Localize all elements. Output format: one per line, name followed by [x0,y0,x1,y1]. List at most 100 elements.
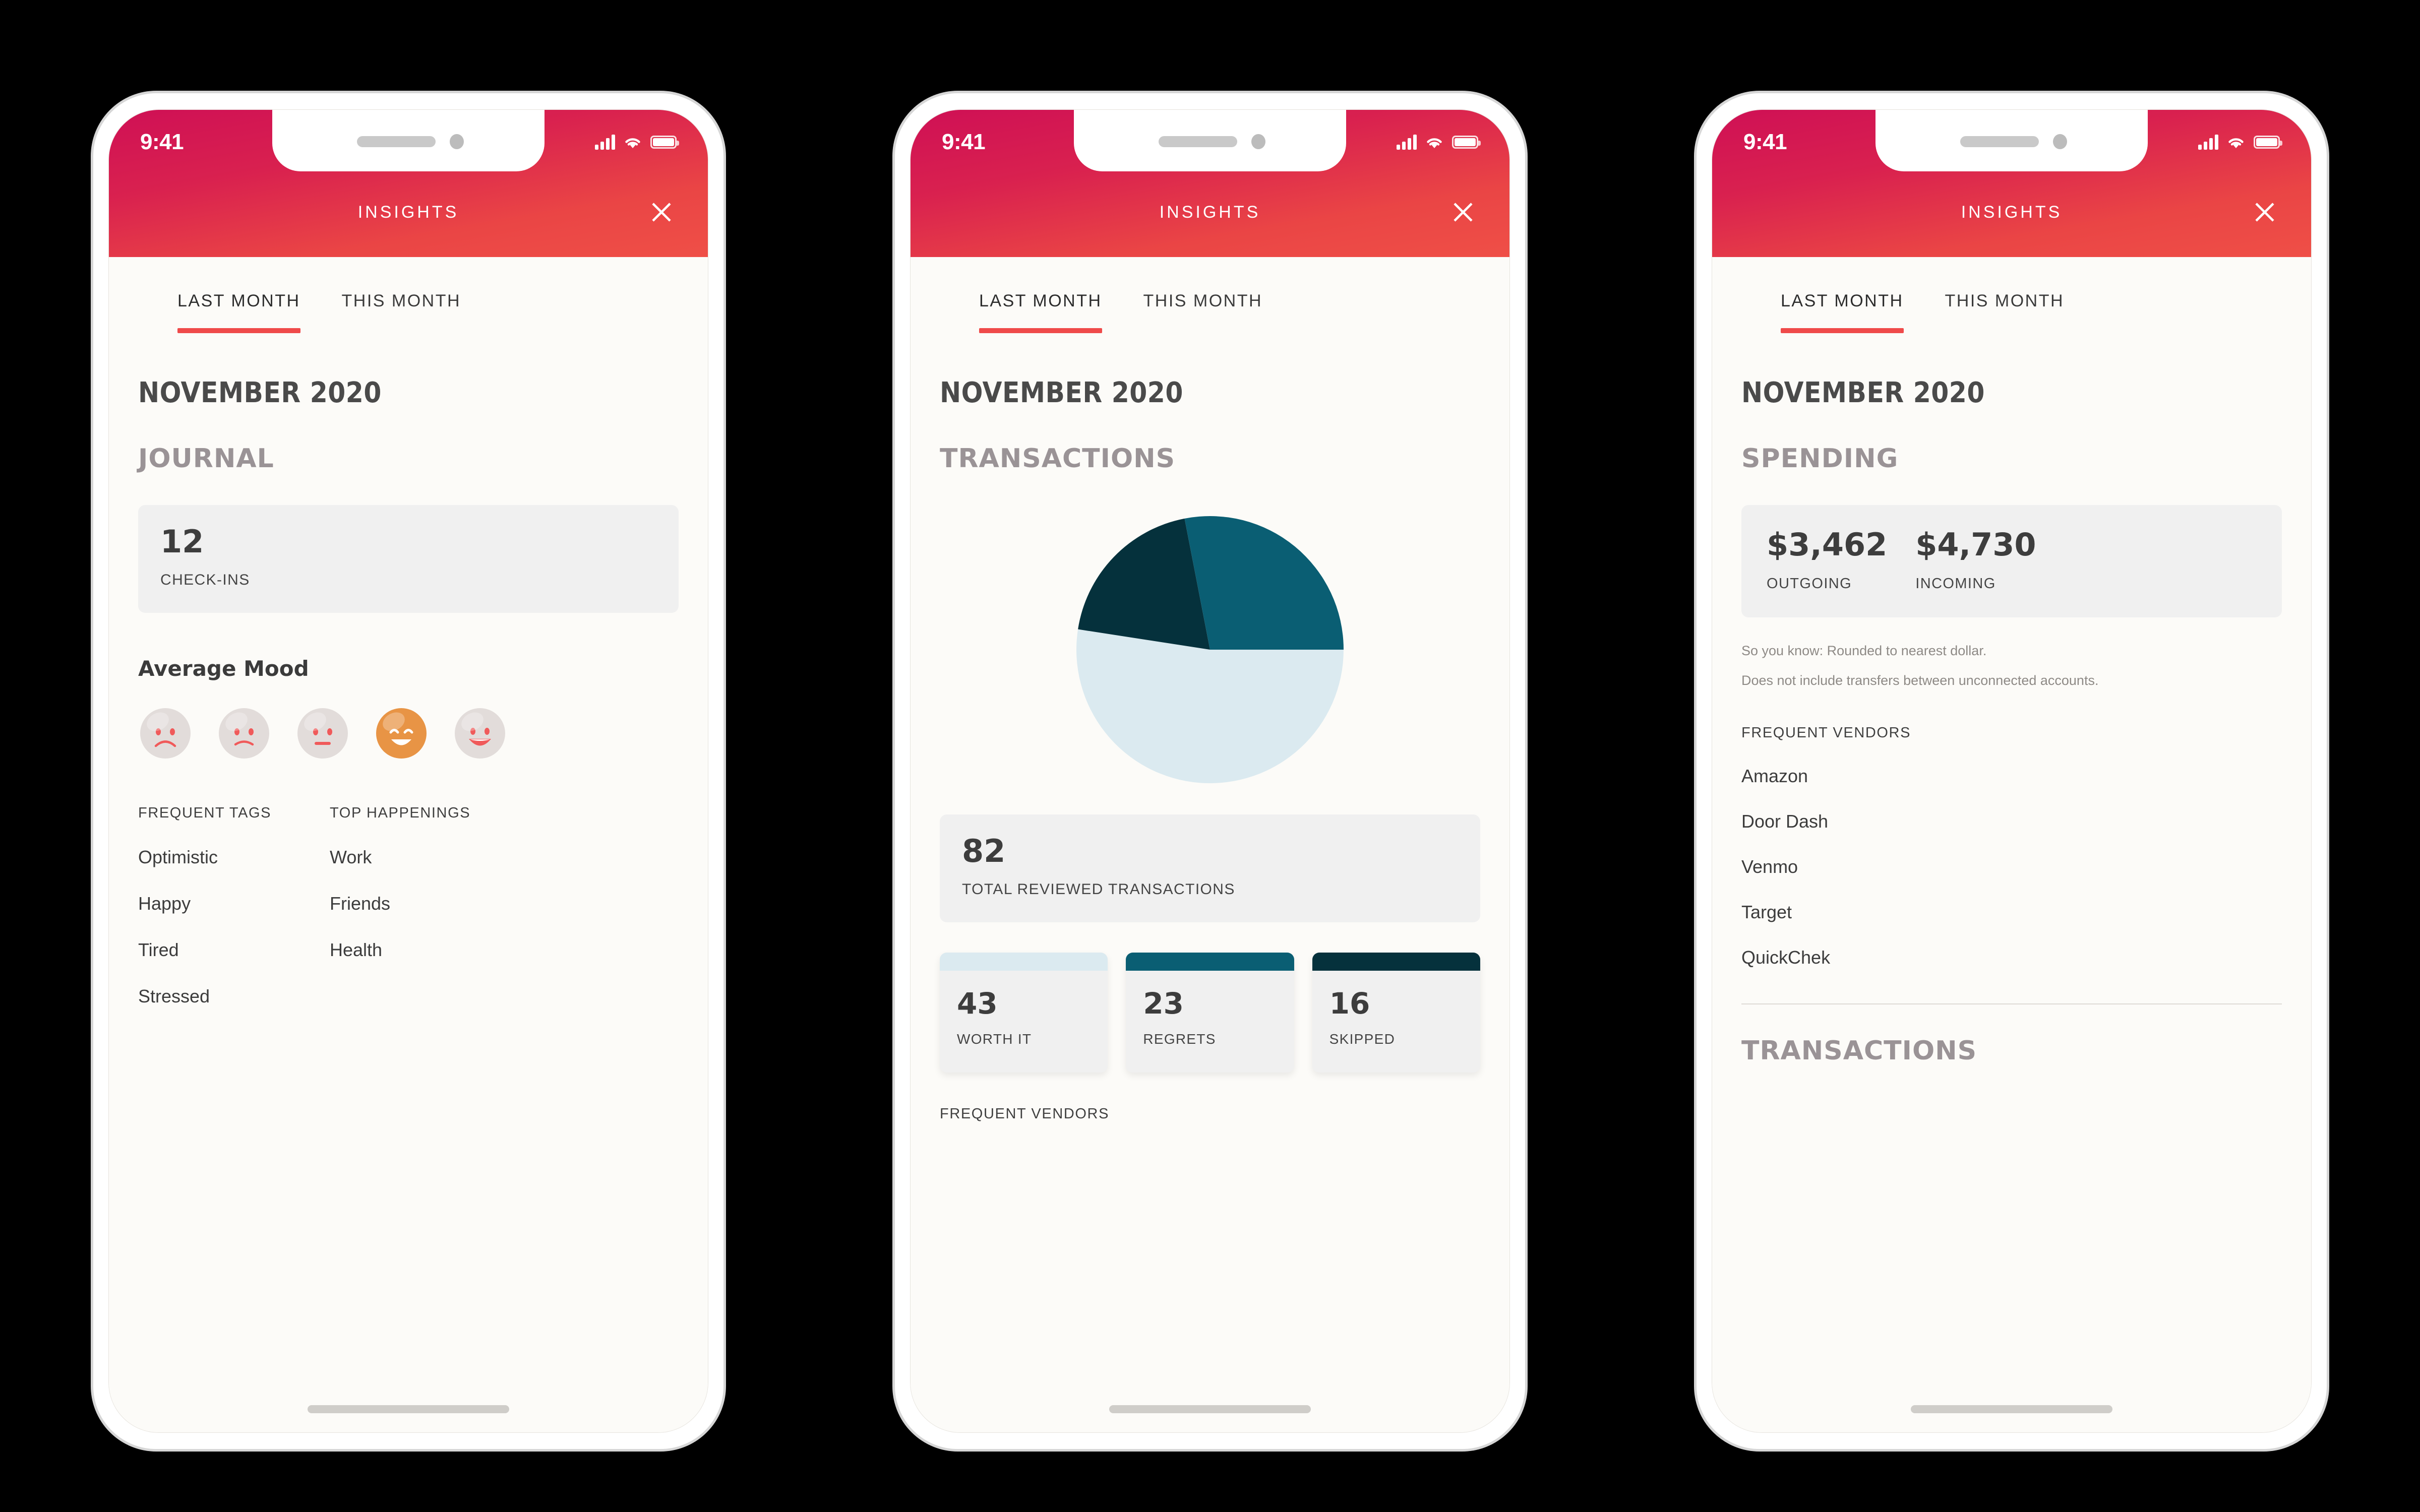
list-item[interactable]: Venmo [1741,856,2311,877]
tab-this-month[interactable]: THIS MONTH [1932,291,2078,333]
home-indicator[interactable] [1911,1405,2112,1413]
mood-very-happy-icon[interactable] [455,708,505,759]
list-item[interactable]: Target [1741,902,2311,923]
breakdown-value: 43 [957,986,998,1021]
tab-last-month-label: LAST MONTH [1781,291,1904,310]
outgoing-amount: $3,462 [1767,526,1888,563]
status-bar: 9:41 [1712,127,2311,157]
tab-last-month-label: LAST MONTH [177,291,300,310]
cellular-signal-icon [1397,135,1417,150]
list-item[interactable]: Happy [138,893,330,914]
section-heading-spending: SPENDING [1741,444,1899,474]
tab-inactive-underline [1945,328,2065,333]
battery-icon [650,136,679,149]
wifi-icon [1425,135,1444,150]
total-transactions-label: TOTAL REVIEWED TRANSACTIONS [962,881,1235,898]
navigation-bar: INSIGHTS [109,195,708,230]
navigation-bar: INSIGHTS [1712,195,2311,230]
breakdown-card-worth-it[interactable]: 43 WORTH IT [940,953,1108,1073]
tab-this-month[interactable]: THIS MONTH [329,291,474,333]
tab-last-month[interactable]: LAST MONTH [1768,291,1917,333]
wifi-icon [2226,135,2246,150]
average-mood-heading: Average Mood [138,656,309,681]
transaction-breakdown-row: 43 WORTH IT 23 REGRETS 16 SKIPPED [940,953,1480,1073]
list-item[interactable]: Stressed [138,986,330,1007]
breakdown-card-skipped[interactable]: 16 SKIPPED [1312,953,1480,1073]
status-icon-group [2198,135,2282,150]
app-header: 9:41 INSIGHTS [109,110,708,257]
list-item[interactable]: Amazon [1741,766,2311,787]
list-item[interactable]: Door Dash [1741,811,2311,832]
status-icon-group [1397,135,1481,150]
mood-very-sad-icon[interactable] [140,708,191,759]
outgoing-label: OUTGOING [1767,576,1852,592]
mood-sad-icon[interactable] [219,708,269,759]
tags-columns: FREQUENT TAGS Optimistic Happy Tired Str… [138,805,708,1007]
top-happenings-column: TOP HAPPENINGS Work Friends Health [330,805,521,1007]
screen-transactions: 9:41 INSIGHTS LAST MONTH THIS MONTH NOVE… [910,109,1510,1433]
list-item[interactable]: Work [330,847,521,868]
incoming-label: INCOMING [1915,576,1996,592]
status-bar: 9:41 [109,127,708,157]
status-clock: 9:41 [942,130,986,154]
tab-this-month-label: THIS MONTH [1143,291,1263,310]
tab-this-month[interactable]: THIS MONTH [1130,291,1276,333]
breakdown-value: 16 [1329,986,1370,1021]
list-item[interactable]: Health [330,939,521,961]
tab-active-underline [177,328,300,333]
close-icon[interactable] [646,197,677,227]
section-heading-transactions: TRANSACTIONS [1741,1036,1977,1066]
screen-journal: 9:41 INSIGHTS LAST MONTH THIS MONTH NOVE… [108,109,708,1433]
month-heading: NOVEMBER 2020 [1741,376,1985,409]
breakdown-card-regrets[interactable]: 23 REGRETS [1126,953,1294,1073]
list-item[interactable]: Tired [138,939,330,961]
frequent-tags-column: FREQUENT TAGS Optimistic Happy Tired Str… [138,805,330,1007]
transactions-pie-chart [911,516,1509,783]
status-clock: 9:41 [1743,130,1787,154]
spending-summary-card: $3,462 OUTGOING $4,730 INCOMING [1741,505,2282,617]
breakdown-label: SKIPPED [1329,1031,1396,1047]
list-item[interactable]: QuickChek [1741,947,2311,968]
frequent-vendors-heading: FREQUENT VENDORS [940,1106,1110,1122]
checkins-value: 12 [160,523,204,560]
tab-last-month[interactable]: LAST MONTH [966,291,1115,333]
section-heading-journal: JOURNAL [138,444,274,474]
list-item[interactable]: Friends [330,893,521,914]
card-color-bar [1312,953,1480,971]
screen-body-spending: LAST MONTH THIS MONTH NOVEMBER 2020 SPEN… [1712,257,2311,1432]
mood-neutral-icon[interactable] [297,708,348,759]
status-bar: 9:41 [911,127,1509,157]
home-indicator[interactable] [1109,1405,1311,1413]
incoming-amount: $4,730 [1915,526,2036,563]
phone-mockup-spending: 9:41 INSIGHTS LAST MONTH THIS MONTH NOVE… [1694,91,2329,1452]
navigation-bar: INSIGHTS [911,195,1509,230]
tab-last-month-label: LAST MONTH [979,291,1102,310]
month-heading: NOVEMBER 2020 [138,376,382,409]
wifi-icon [623,135,642,150]
home-indicator[interactable] [308,1405,509,1413]
screen-spending: 9:41 INSIGHTS LAST MONTH THIS MONTH NOVE… [1712,109,2312,1433]
list-item[interactable]: Optimistic [138,847,330,868]
section-divider [1741,1003,2282,1005]
tab-this-month-label: THIS MONTH [341,291,461,310]
checkins-label: CHECK-INS [160,572,250,588]
card-body: 16 SKIPPED [1312,971,1480,1073]
incoming-block: $4,730 INCOMING [1915,529,2036,592]
pie-slice-regrets [1184,516,1344,650]
close-icon[interactable] [1448,197,1478,227]
tab-active-underline [979,328,1102,333]
top-happenings-heading: TOP HAPPENINGS [330,805,471,821]
month-heading: NOVEMBER 2020 [940,376,1183,409]
breakdown-label: WORTH IT [957,1031,1032,1047]
close-icon[interactable] [2250,197,2280,227]
tab-active-underline [1781,328,1904,333]
cellular-signal-icon [2198,135,2218,150]
battery-icon [1452,136,1481,149]
tab-this-month-label: THIS MONTH [1945,291,2065,310]
phone-mockup-transactions: 9:41 INSIGHTS LAST MONTH THIS MONTH NOVE… [892,91,1528,1452]
period-tabs: LAST MONTH THIS MONTH [966,257,1509,333]
section-heading-transactions: TRANSACTIONS [940,444,1176,474]
tab-last-month[interactable]: LAST MONTH [164,291,314,333]
app-header: 9:41 INSIGHTS [1712,110,2311,257]
mood-happy-icon[interactable] [376,708,427,759]
